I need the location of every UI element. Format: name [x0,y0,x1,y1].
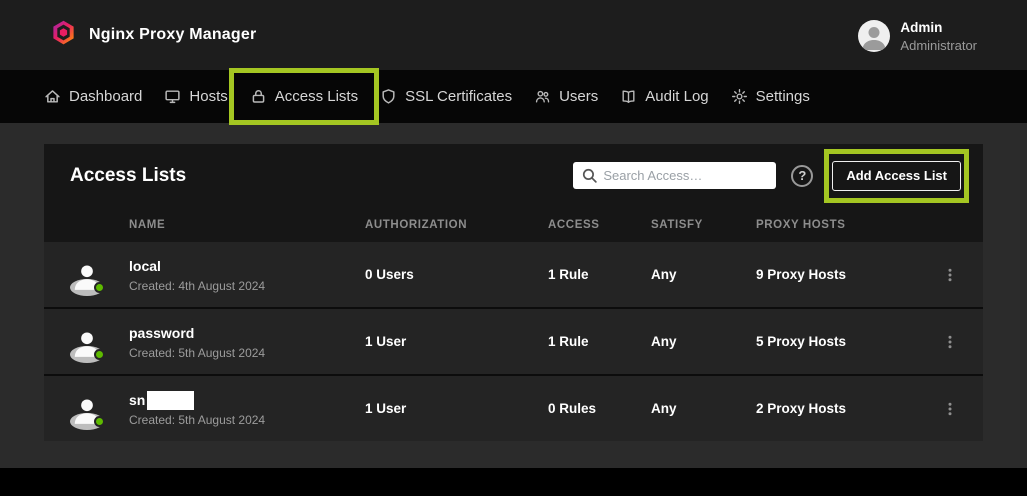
screen: Nginx Proxy Manager Admin Administrator … [0,0,1027,496]
access-list-name: password [129,325,194,341]
proxy-hosts-cell: 9 Proxy Hosts [756,267,916,282]
access-cell: 1 Rule [548,334,651,349]
satisfy-cell: Any [651,334,756,349]
search-icon [581,167,598,184]
nav-item-ssl-certificates[interactable]: SSL Certificates [369,82,523,111]
row-actions-menu-icon[interactable] [916,267,983,283]
column-header-authorization: AUTHORIZATION [365,219,548,231]
nav-item-users[interactable]: Users [523,82,609,111]
access-cell: 0 Rules [548,401,651,416]
users-icon [534,88,551,105]
search-box [573,162,776,189]
shield-icon [380,88,397,105]
avatar [70,258,104,292]
nav-item-label: Access Lists [275,88,358,105]
column-header-access: ACCESS [548,219,651,231]
lock-icon [250,88,267,105]
user-avatar [858,20,890,52]
avatar [70,325,104,359]
access-list-name: local [129,258,161,274]
nav-item-label: Dashboard [69,88,142,105]
search-input[interactable] [573,162,776,189]
status-dot [94,416,105,427]
brand[interactable]: Nginx Proxy Manager [50,19,256,51]
content-area: Access Lists ? Add Access List [0,123,1027,468]
nav-item-settings[interactable]: Settings [720,82,821,111]
nav-item-access-lists[interactable]: Access Lists [239,82,369,111]
table-row[interactable]: sn Created: 5th August 2024 1 User 0 Rul… [44,376,983,441]
table-row[interactable]: password Created: 5th August 2024 1 User… [44,309,983,374]
created-date: Created: 4th August 2024 [129,279,365,293]
redacted-text-overlay [147,391,194,410]
proxy-hosts-cell: 2 Proxy Hosts [756,401,916,416]
user-info: Admin Administrator [900,20,977,53]
page-title: Access Lists [70,165,573,187]
nav-item-label: Hosts [189,88,227,105]
created-date: Created: 5th August 2024 [129,346,365,360]
status-dot [94,349,105,360]
access-list-name: sn [129,392,145,408]
column-header-name: NAME [129,219,365,231]
column-header-proxy-hosts: PROXY HOSTS [756,219,916,231]
book-icon [620,88,637,105]
nav-item-audit-log[interactable]: Audit Log [609,82,719,111]
satisfy-cell: Any [651,267,756,282]
avatar [70,392,104,426]
card-header: Access Lists ? Add Access List [44,144,983,207]
column-header-satisfy: SATISFY [651,219,756,231]
authorization-cell: 1 User [365,401,548,416]
help-icon[interactable]: ? [791,165,813,187]
nav-item-label: SSL Certificates [405,88,512,105]
user-menu[interactable]: Admin Administrator [858,18,977,53]
table-body: local Created: 4th August 2024 0 Users 1… [44,242,983,441]
authorization-cell: 0 Users [365,267,548,282]
access-cell: 1 Rule [548,267,651,282]
app-header: Nginx Proxy Manager Admin Administrator [0,0,1027,70]
nav-item-hosts[interactable]: Hosts [153,82,238,111]
authorization-cell: 1 User [365,334,548,349]
app-logo-icon [50,19,77,51]
nav-item-label: Settings [756,88,810,105]
created-date: Created: 5th August 2024 [129,413,365,427]
home-icon [44,88,61,105]
user-name: Admin [900,20,977,35]
row-actions-menu-icon[interactable] [916,401,983,417]
satisfy-cell: Any [651,401,756,416]
status-dot [94,282,105,293]
add-access-list-button[interactable]: Add Access List [832,161,961,191]
nav-item-dashboard[interactable]: Dashboard [33,82,153,111]
gear-icon [731,88,748,105]
row-actions-menu-icon[interactable] [916,334,983,350]
table-row[interactable]: local Created: 4th August 2024 0 Users 1… [44,242,983,307]
app-title: Nginx Proxy Manager [89,26,256,44]
table-header-row: NAME AUTHORIZATION ACCESS SATISFY PROXY … [44,207,983,242]
nav-item-label: Users [559,88,598,105]
user-role: Administrator [900,38,977,53]
nav-item-label: Audit Log [645,88,708,105]
proxy-hosts-cell: 5 Proxy Hosts [756,334,916,349]
main-nav: Dashboard Hosts Access Lists SSL Certifi… [0,70,1027,123]
access-lists-card: Access Lists ? Add Access List [44,144,983,441]
add-button-wrap: Add Access List [832,161,961,191]
monitor-icon [164,88,181,105]
